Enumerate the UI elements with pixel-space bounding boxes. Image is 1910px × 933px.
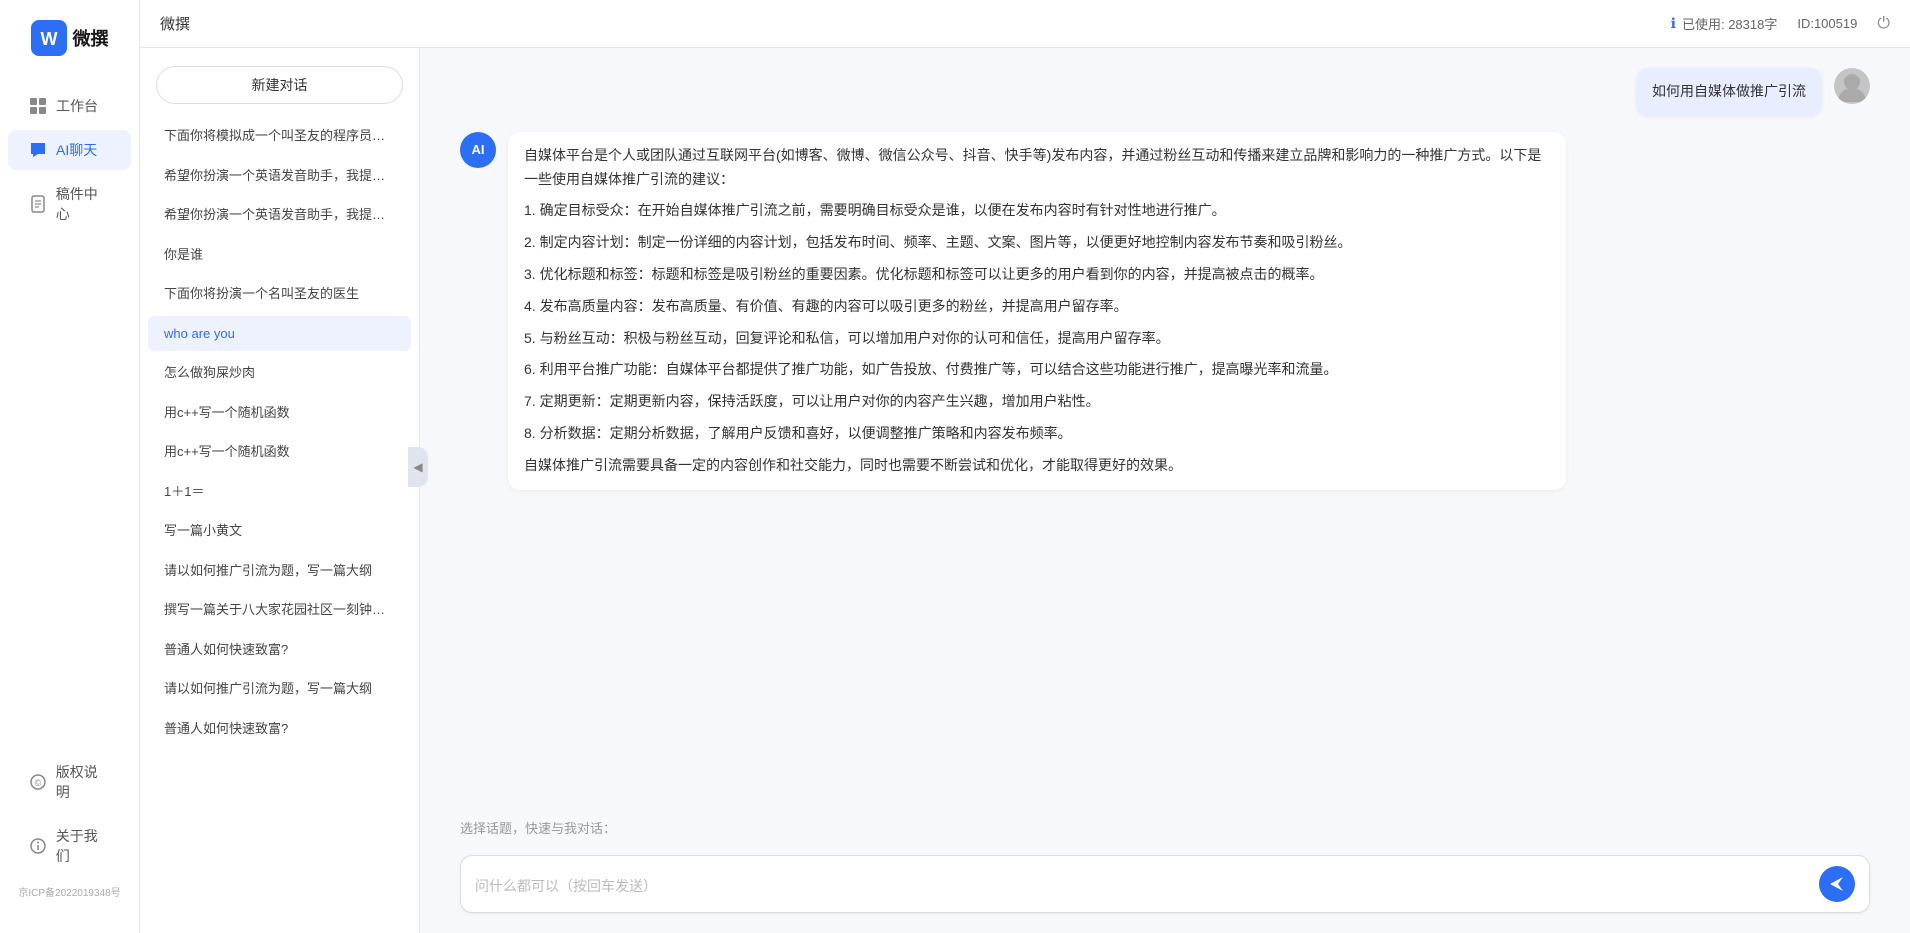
- ai-message-bubble: 自媒体平台是个人或团队通过互联网平台(如博客、微博、微信公众号、抖音、快手等)发…: [508, 132, 1566, 490]
- sidebar-item-workbench[interactable]: 工作台: [8, 86, 131, 126]
- new-chat-button[interactable]: 新建对话: [156, 66, 403, 104]
- chat-list: 新建对话 下面你将模拟成一个叫圣友的程序员，我说... 希望你扮演一个英语发音助…: [140, 48, 420, 933]
- list-item[interactable]: 希望你扮演一个英语发音助手，我提供给你...: [148, 158, 411, 194]
- ai-para-0: 自媒体平台是个人或团队通过互联网平台(如博客、微博、微信公众号、抖音、快手等)发…: [524, 144, 1550, 192]
- suggestions-area: 选择话题，快速与我对话：: [420, 808, 1910, 843]
- topbar-right: ℹ 已使用: 28318字 ID:100519 ⏻: [1671, 14, 1890, 33]
- ai-para-5: 5. 与粉丝互动：积极与粉丝互动，回复评论和私信，可以增加用户对你的认可和信任，…: [524, 327, 1550, 351]
- logo-icon: W: [31, 20, 67, 56]
- usage-text: 已使用: 28318字: [1682, 14, 1777, 33]
- list-item[interactable]: 1＋1＝: [148, 474, 411, 510]
- ai-para-2: 2. 制定内容计划：制定一份详细的内容计划，包括发布时间、频率、主题、文案、图片…: [524, 231, 1550, 255]
- list-item[interactable]: 希望你扮演一个英语发音助手，我提供给你...: [148, 197, 411, 233]
- content: 新建对话 下面你将模拟成一个叫圣友的程序员，我说... 希望你扮演一个英语发音助…: [140, 48, 1910, 933]
- ai-para-4: 4. 发布高质量内容：发布高质量、有价值、有趣的内容可以吸引更多的粉丝，并提高用…: [524, 295, 1550, 319]
- chat-window: 如何用自媒体做推广引流 AI 自媒体平台是个人或团队通过互联网平台(如博客、微博…: [420, 48, 1910, 933]
- list-item[interactable]: 下面你将模拟成一个叫圣友的程序员，我说...: [148, 118, 411, 154]
- list-item[interactable]: 用c++写一个随机函数: [148, 395, 411, 431]
- sidebar-item-copyright-label: 版权说明: [56, 762, 111, 802]
- ai-para-6: 6. 利用平台推广功能：自媒体平台都提供了推广功能，如广告投放、付费推广等，可以…: [524, 358, 1550, 382]
- file-icon: [28, 194, 48, 214]
- list-item[interactable]: 请以如何推广引流为题，写一篇大纲: [148, 671, 411, 707]
- sidebar: W 微撰 工作台 AI聊天: [0, 0, 140, 933]
- ai-para-9: 自媒体推广引流需要具备一定的内容创作和社交能力，同时也需要不断尝试和优化，才能取…: [524, 454, 1550, 478]
- send-icon: [1828, 875, 1846, 893]
- copyright-icon: ©: [28, 772, 48, 792]
- user-message-bubble: 如何用自媒体做推广引流: [1636, 68, 1822, 116]
- icp-text: 京ICP备2022019348号: [0, 880, 139, 903]
- sidebar-item-ai-chat[interactable]: AI聊天: [8, 130, 131, 170]
- list-item[interactable]: 撰写一篇关于八大家花园社区一刻钟便民生...: [148, 592, 411, 628]
- main: 微撰 ℹ 已使用: 28318字 ID:100519 ⏻ 新建对话 下面你将模拟…: [140, 0, 1910, 933]
- sidebar-item-about-label: 关于我们: [56, 826, 111, 866]
- nav-items: 工作台 AI聊天 稿件中心: [0, 86, 139, 752]
- ai-message-row: AI 自媒体平台是个人或团队通过互联网平台(如博客、微博、微信公众号、抖音、快手…: [460, 132, 1870, 490]
- usage-info: ℹ 已使用: 28318字: [1671, 14, 1778, 33]
- suggestions-label: 选择话题，快速与我对话：: [460, 821, 616, 836]
- ai-para-8: 8. 分析数据：定期分析数据，了解用户反馈和喜好，以便调整推广策略和内容发布频率…: [524, 422, 1550, 446]
- usage-icon: ℹ: [1671, 15, 1676, 32]
- power-icon[interactable]: ⏻: [1877, 15, 1890, 33]
- ai-avatar: AI: [460, 132, 496, 168]
- list-item[interactable]: 请以如何推广引流为题，写一篇大纲: [148, 553, 411, 589]
- svg-text:W: W: [40, 29, 57, 49]
- ai-para-3: 3. 优化标题和标签：标题和标签是吸引粉丝的重要因素。优化标题和标签可以让更多的…: [524, 263, 1550, 287]
- list-item[interactable]: 用c++写一个随机函数: [148, 434, 411, 470]
- send-button[interactable]: [1819, 866, 1855, 902]
- ai-para-7: 7. 定期更新：定期更新内容，保持活跃度，可以让用户对你的内容产生兴趣，增加用户…: [524, 390, 1550, 414]
- sidebar-item-ai-chat-label: AI聊天: [56, 140, 97, 160]
- chat-input[interactable]: [475, 876, 1809, 892]
- list-item[interactable]: 你是谁: [148, 237, 411, 273]
- list-item-active[interactable]: who are you: [148, 316, 411, 352]
- list-item[interactable]: 普通人如何快速致富?: [148, 711, 411, 747]
- messages-area: 如何用自媒体做推广引流 AI 自媒体平台是个人或团队通过互联网平台(如博客、微博…: [420, 48, 1910, 808]
- input-area: [420, 843, 1910, 933]
- list-item[interactable]: 怎么做狗屎炒肉: [148, 355, 411, 391]
- sidebar-item-workbench-label: 工作台: [56, 96, 98, 116]
- sidebar-bottom: © 版权说明 关于我们 京ICP备2022019348号: [0, 752, 139, 913]
- grid-icon: [28, 96, 48, 116]
- info-icon: [28, 836, 48, 856]
- chat-icon: [28, 140, 48, 160]
- topbar-title: 微撰: [160, 13, 190, 34]
- collapse-button[interactable]: ◀: [408, 447, 428, 487]
- user-avatar: [1834, 68, 1870, 104]
- list-item[interactable]: 写一篇小黄文: [148, 513, 411, 549]
- sidebar-item-copyright[interactable]: © 版权说明: [8, 752, 131, 812]
- list-item[interactable]: 普通人如何快速致富?: [148, 632, 411, 668]
- sidebar-item-about[interactable]: 关于我们: [8, 816, 131, 876]
- sidebar-item-drafts[interactable]: 稿件中心: [8, 174, 131, 234]
- svg-text:©: ©: [35, 778, 42, 788]
- logo-text: 微撰: [73, 25, 109, 51]
- logo-area: W 微撰: [31, 20, 109, 56]
- sidebar-item-drafts-label: 稿件中心: [56, 184, 111, 224]
- input-box: [460, 855, 1870, 913]
- user-message-row: 如何用自媒体做推广引流: [460, 68, 1870, 116]
- topbar: 微撰 ℹ 已使用: 28318字 ID:100519 ⏻: [140, 0, 1910, 48]
- id-info: ID:100519: [1797, 16, 1857, 31]
- ai-para-1: 1. 确定目标受众：在开始自媒体推广引流之前，需要明确目标受众是谁，以便在发布内…: [524, 199, 1550, 223]
- list-item[interactable]: 下面你将扮演一个名叫圣友的医生: [148, 276, 411, 312]
